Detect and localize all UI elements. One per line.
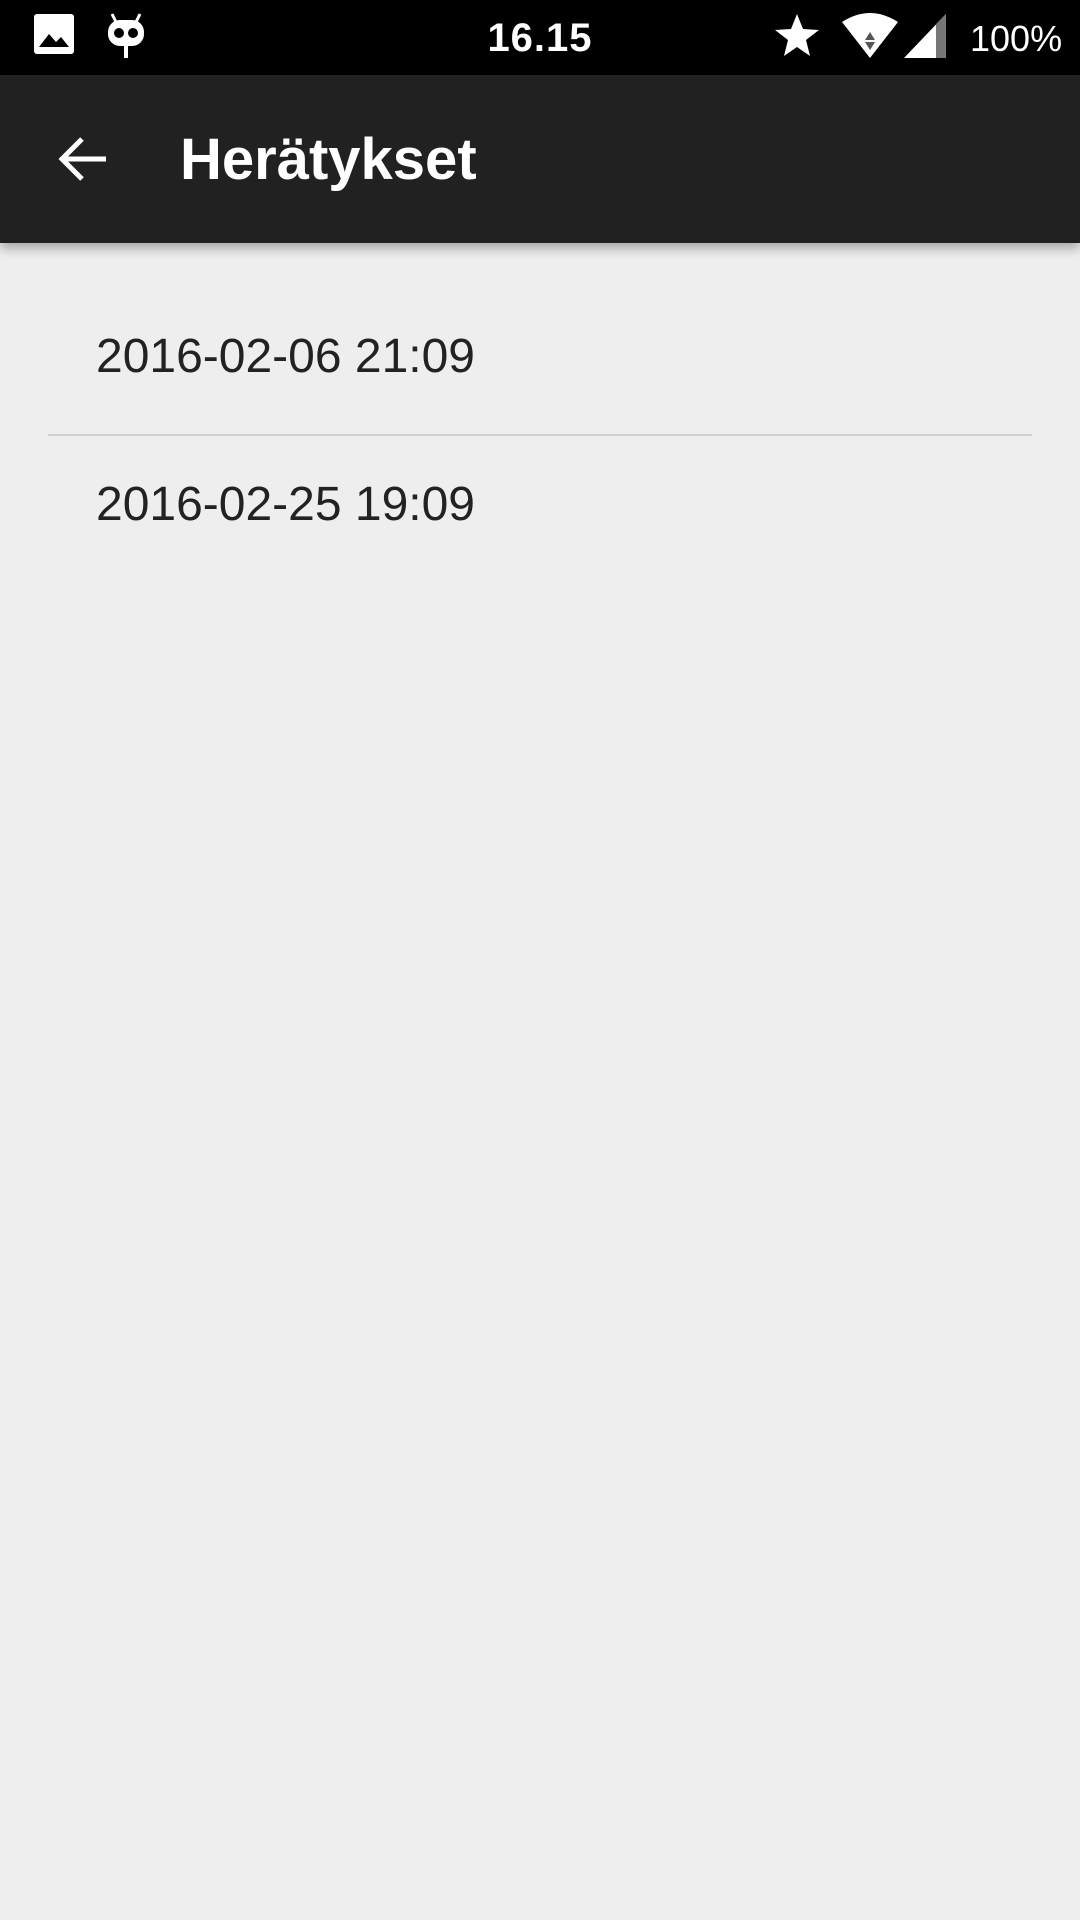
alarm-datetime: 2016-02-06 21:09 — [96, 330, 475, 383]
signal-icon — [904, 14, 948, 63]
alarm-datetime: 2016-02-25 19:09 — [96, 478, 475, 531]
status-bar: 16.15 100% — [0, 0, 1080, 75]
battery-level: 100% — [970, 18, 1063, 59]
page-title: Herätykset — [180, 127, 477, 192]
star-icon — [773, 12, 821, 63]
list-item[interactable]: 2016-02-06 21:09 — [0, 288, 1080, 434]
arrow-left-icon — [58, 133, 110, 190]
wifi-icon — [840, 12, 900, 63]
back-button[interactable] — [38, 115, 130, 207]
alarm-list: 2016-02-06 21:09 2016-02-25 19:09 — [0, 288, 1080, 582]
list-item[interactable]: 2016-02-25 19:09 — [0, 436, 1080, 582]
app-bar: Herätykset — [0, 75, 1080, 243]
